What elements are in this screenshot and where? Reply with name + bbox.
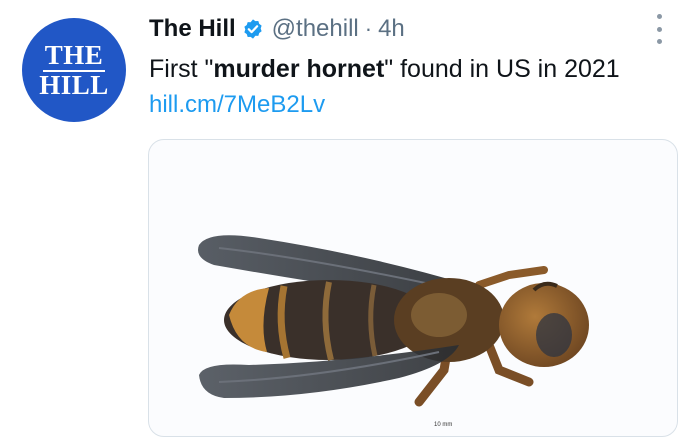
timestamp[interactable]: 4h xyxy=(378,15,405,43)
more-dot xyxy=(656,39,662,44)
tweet-link[interactable]: hill.cm/7MeB2Lv xyxy=(149,89,325,121)
tweet-media-image[interactable]: 10 mm xyxy=(148,139,678,437)
tweet-text-bold: murder hornet xyxy=(213,55,385,83)
scale-bar-label: 10 mm xyxy=(434,422,453,428)
tweet-text-start: First " xyxy=(149,55,214,83)
tweet-header: The Hill @thehill · 4h xyxy=(149,12,405,46)
avatar-text-the: THE xyxy=(44,39,104,70)
hornet-illustration xyxy=(198,235,589,407)
tweet-text-end: " found in US in 2021 xyxy=(384,55,620,83)
tweet-text: First "murder hornet" found in US in 202… xyxy=(149,52,620,86)
account-avatar[interactable]: THE HILL xyxy=(22,18,126,122)
more-dot xyxy=(656,14,662,19)
display-name[interactable]: The Hill xyxy=(149,15,236,43)
avatar-text-hill: HILL xyxy=(39,69,109,100)
more-options-icon[interactable] xyxy=(650,14,668,44)
verified-badge-icon xyxy=(242,18,264,40)
more-dot xyxy=(656,26,662,32)
user-handle[interactable]: @thehill xyxy=(272,15,359,43)
separator-dot: · xyxy=(364,16,373,41)
